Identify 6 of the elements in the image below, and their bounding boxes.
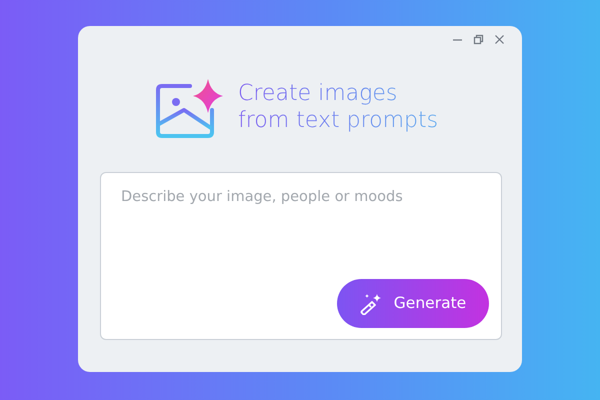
close-icon[interactable] bbox=[494, 34, 505, 45]
magic-wand-icon bbox=[360, 292, 382, 314]
restore-icon[interactable] bbox=[473, 34, 484, 45]
prompt-field[interactable]: Describe your image, people or moods Generate bbox=[100, 172, 502, 340]
generate-button[interactable]: Generate bbox=[337, 279, 489, 328]
headline-text: from text prompts bbox=[238, 107, 438, 134]
